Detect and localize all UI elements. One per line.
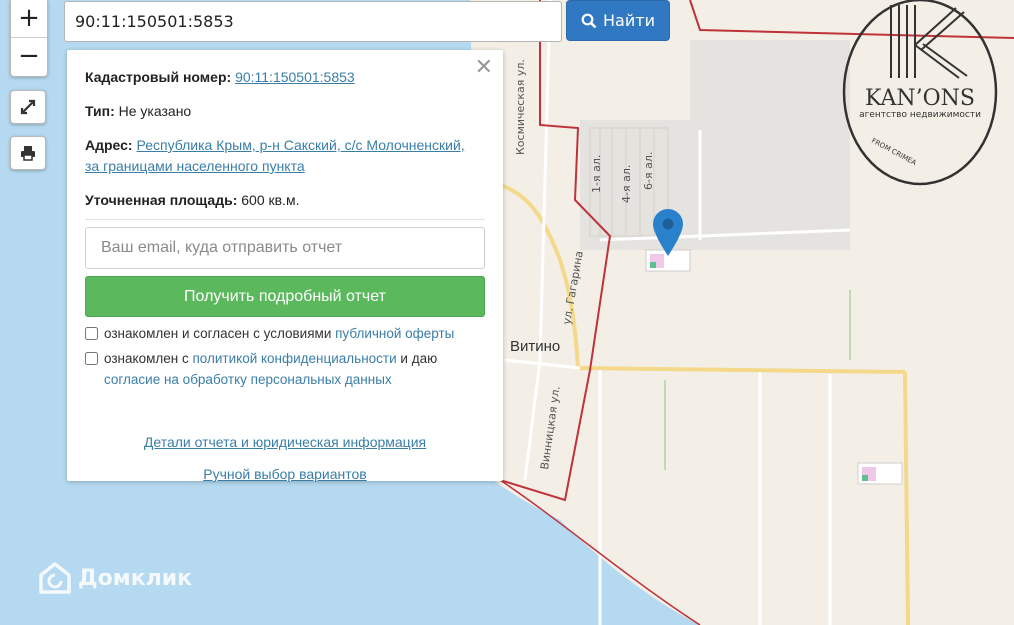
- zoom-in-button[interactable]: +: [11, 0, 47, 37]
- domclick-watermark: Домклик: [38, 561, 192, 595]
- report-details-link[interactable]: Детали отчета и юридическая информация: [144, 434, 426, 450]
- personal-data-consent-link[interactable]: согласие на обработку персональных данны…: [104, 372, 392, 387]
- watermark-text: Домклик: [78, 565, 193, 591]
- logo-tagline: FROM CRIMEA: [870, 137, 918, 168]
- type-value: Не указано: [118, 103, 192, 119]
- town-label: Витино: [510, 338, 560, 355]
- find-button-label: Найти: [603, 11, 655, 30]
- cadastral-label: Кадастровый номер:: [85, 69, 232, 85]
- zoom-control: + −: [10, 0, 48, 77]
- find-button[interactable]: Найти: [566, 0, 670, 41]
- street-label-al4: 4-я ал.: [620, 165, 633, 203]
- domclick-logo-icon: [39, 562, 71, 594]
- broken-image-icon: [857, 462, 903, 485]
- address-link-2[interactable]: за границами населенного пункта: [85, 158, 305, 174]
- privacy-policy-link[interactable]: политикой конфиденциальности: [192, 351, 396, 366]
- privacy-checkbox[interactable]: [85, 352, 98, 365]
- type-label: Тип:: [85, 103, 115, 119]
- close-icon[interactable]: ✕: [475, 56, 493, 78]
- street-label-al1: 1-я ал.: [590, 155, 603, 193]
- public-offer-link[interactable]: публичной оферты: [335, 326, 454, 341]
- print-button[interactable]: [10, 136, 46, 170]
- logo-brand: KAN’ONS: [865, 86, 975, 111]
- offer-checkbox[interactable]: [85, 327, 98, 340]
- expand-icon: [20, 99, 36, 115]
- search-icon: [581, 13, 597, 28]
- consent-and-text: и даю: [400, 351, 438, 366]
- street-label-al6: 6-я ал.: [642, 152, 655, 190]
- consent-privacy-text: ознакомлен с: [104, 351, 189, 366]
- consent-privacy: ознакомлен с политикой конфиденциальност…: [85, 348, 485, 390]
- kanons-logo: KAN’ONS агентство недвижимости FROM CRIM…: [842, 0, 998, 186]
- consent-offer: ознакомлен и согласен с условиями публич…: [85, 323, 485, 344]
- printer-icon: [21, 146, 35, 161]
- area-row: Уточненная площадь: 600 кв.м.: [85, 190, 485, 211]
- cadastral-number-link[interactable]: 90:11:150501:5853: [235, 69, 355, 85]
- cadastral-search-input[interactable]: [64, 1, 562, 42]
- fullscreen-button[interactable]: [10, 90, 46, 124]
- get-report-button[interactable]: Получить подробный отчет: [85, 276, 485, 317]
- street-label-kosmicheskaya: Космическая ул.: [514, 59, 527, 155]
- area-value: 600 кв.м.: [241, 192, 300, 208]
- divider: [85, 219, 485, 220]
- email-field[interactable]: [85, 227, 485, 269]
- address-row: Адрес: Республика Крым, р-н Сакский, с/с…: [85, 135, 485, 177]
- manual-selection-link[interactable]: Ручной выбор вариантов: [203, 466, 367, 482]
- cadastral-row: Кадастровый номер: 90:11:150501:5853: [85, 67, 485, 88]
- logo-subtitle: агентство недвижимости: [859, 110, 981, 120]
- details-row: Детали отчета и юридическая информация: [85, 434, 485, 450]
- address-label: Адрес:: [85, 137, 133, 153]
- property-info-panel: ✕ Кадастровый номер: 90:11:150501:5853 Т…: [67, 50, 503, 482]
- type-row: Тип: Не указано: [85, 101, 485, 122]
- manual-row: Ручной выбор вариантов: [85, 466, 485, 482]
- zoom-out-button[interactable]: −: [11, 37, 47, 75]
- area-label: Уточненная площадь:: [85, 192, 238, 208]
- consent-offer-text: ознакомлен и согласен с условиями: [104, 326, 332, 341]
- industrial-area-2: [690, 40, 850, 130]
- address-link[interactable]: Республика Крым, р-н Сакский, с/с Молочн…: [137, 137, 465, 153]
